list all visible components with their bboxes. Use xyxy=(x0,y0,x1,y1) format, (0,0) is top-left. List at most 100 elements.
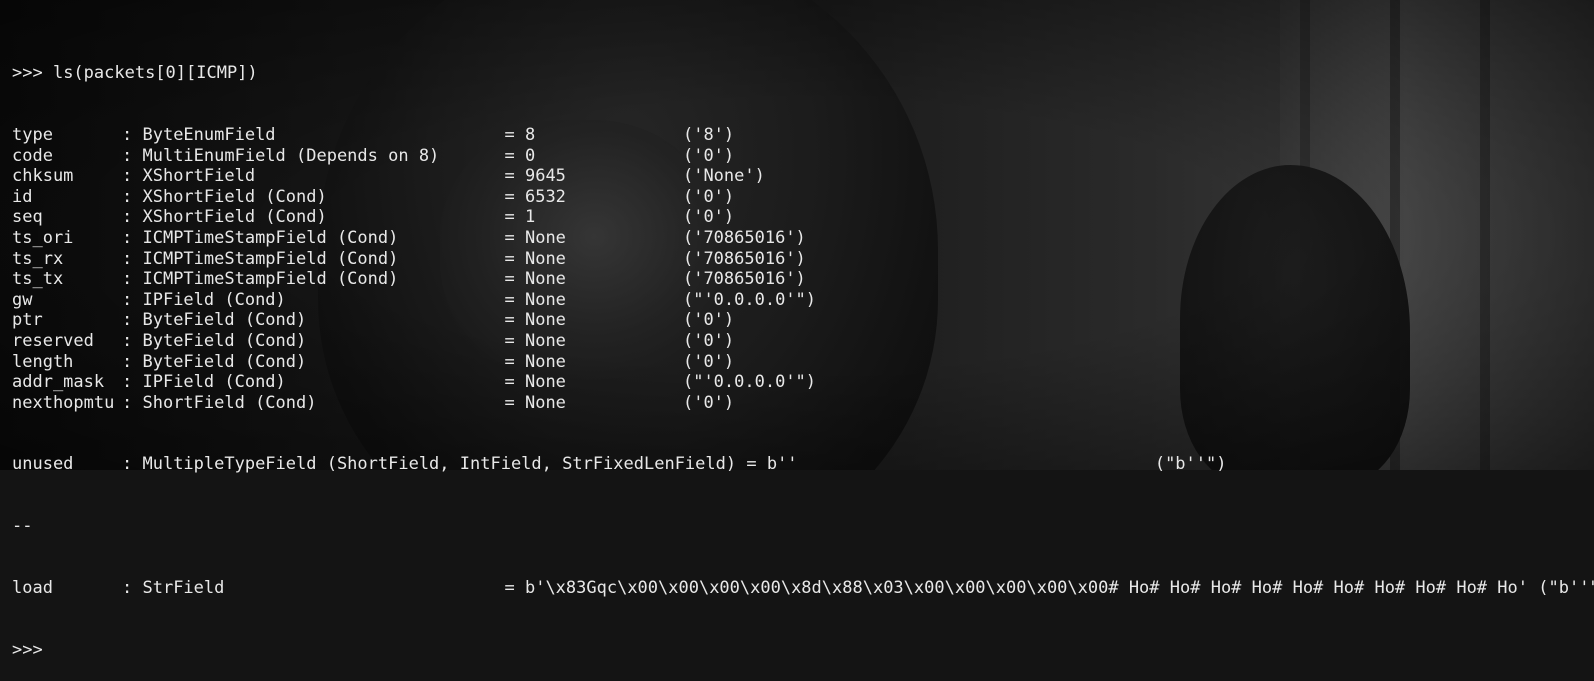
field-default: ('0') xyxy=(682,351,735,372)
load-field-line: load: StrField = b'\x83Gqc\x00\x00\x00\x0… xyxy=(12,578,1594,599)
field-type: StrField xyxy=(142,578,225,599)
field-default: ("'0.0.0.0'") xyxy=(682,372,817,393)
field-default: ('0') xyxy=(682,310,735,331)
field-value: None xyxy=(524,289,566,310)
field-equals: = xyxy=(504,124,525,145)
field-default: ("'0.0.0.0'") xyxy=(682,289,817,310)
field-line: length: ByteField (Cond) = None ('0') xyxy=(12,352,1594,373)
field-line: ts_ori: ICMPTimeStampField (Cond) = None (… xyxy=(12,228,1594,249)
field-equals: = xyxy=(504,392,525,413)
field-equals: = xyxy=(504,330,525,351)
field-name: reserved xyxy=(12,330,94,351)
field-value: None xyxy=(524,269,566,290)
field-value: None xyxy=(524,227,566,248)
field-name: ptr xyxy=(12,310,43,331)
field-line: code: MultiEnumField (Depends on 8) = 0 ('… xyxy=(12,146,1594,167)
field-colon: : xyxy=(122,578,143,599)
field-value: 6532 xyxy=(524,186,566,207)
field-equals: = xyxy=(504,186,525,207)
field-name: gw xyxy=(12,289,33,310)
field-type: ByteField (Cond) xyxy=(142,351,307,372)
field-default: ('70865016') xyxy=(682,269,806,290)
field-equals: = xyxy=(504,248,525,269)
field-colon: : xyxy=(122,248,143,269)
field-type: MultiEnumField (Depends on 8) xyxy=(142,145,440,166)
field-value: 1 xyxy=(524,207,536,228)
field-line: chksum: XShortField = 9645 ('None') xyxy=(12,166,1594,187)
field-value: None xyxy=(524,330,566,351)
field-default: ('0') xyxy=(682,392,735,413)
field-line: gw: IPField (Cond) = None ("'0.0.0.0'") xyxy=(12,290,1594,311)
field-type: XShortField (Cond) xyxy=(142,186,327,207)
field-default: ('70865016') xyxy=(682,248,806,269)
field-value: None xyxy=(524,248,566,269)
field-equals: = xyxy=(504,145,525,166)
field-type: XShortField xyxy=(142,166,256,187)
field-colon: : xyxy=(122,269,143,290)
field-colon: : xyxy=(122,351,143,372)
separator-line: -- xyxy=(12,516,33,537)
command-text: ls(packets[0][ICMP]) xyxy=(42,63,258,84)
field-type: ByteField (Cond) xyxy=(142,330,307,351)
field-name: code xyxy=(12,145,53,166)
field-name: ts_ori xyxy=(12,227,74,248)
field-name: type xyxy=(12,124,53,145)
field-value: None xyxy=(524,372,566,393)
field-colon: : xyxy=(122,145,143,166)
field-name: unused xyxy=(12,454,74,475)
field-line: ptr: ByteField (Cond) = None ('0') xyxy=(12,310,1594,331)
field-colon: : xyxy=(122,227,143,248)
field-default: ('0') xyxy=(682,186,735,207)
field-colon: : xyxy=(122,186,143,207)
field-value: b'' xyxy=(766,454,798,475)
field-value: 8 xyxy=(524,124,536,145)
field-default: ('8') xyxy=(682,124,735,145)
field-name: addr_mask xyxy=(12,372,105,393)
field-name: seq xyxy=(12,207,43,228)
field-line: seq: XShortField (Cond) = 1 ('0') xyxy=(12,207,1594,228)
field-type: ICMPTimeStampField (Cond) xyxy=(142,248,399,269)
field-equals: = xyxy=(504,372,525,393)
field-equals: = xyxy=(736,454,767,475)
field-value: None xyxy=(524,310,566,331)
field-type: IPField (Cond) xyxy=(142,372,286,393)
field-name: chksum xyxy=(12,166,74,187)
field-colon: : xyxy=(122,207,143,228)
field-equals: = xyxy=(504,578,525,599)
field-value: 9645 xyxy=(524,166,566,187)
unused-field-line: unused: MultipleTypeField (ShortField, I… xyxy=(12,454,1594,475)
field-line: addr_mask: IPField (Cond) = None ("'0.0.0.… xyxy=(12,372,1594,393)
field-name: ts_tx xyxy=(12,269,64,290)
field-type: ShortField (Cond) xyxy=(142,392,317,413)
field-colon: : xyxy=(122,166,143,187)
terminal-output[interactable]: >>> ls(packets[0][ICMP]) type: ByteEnumF… xyxy=(12,22,1594,681)
field-equals: = xyxy=(504,289,525,310)
field-line: type: ByteEnumField = 8 ('8') xyxy=(12,125,1594,146)
field-name: id xyxy=(12,186,33,207)
field-equals: = xyxy=(504,310,525,331)
field-name: load xyxy=(12,578,53,599)
field-equals: = xyxy=(504,207,525,228)
field-name: length xyxy=(12,351,74,372)
field-equals: = xyxy=(504,269,525,290)
field-colon: : xyxy=(122,124,143,145)
field-value: None xyxy=(524,392,566,413)
field-default: ('0') xyxy=(682,145,735,166)
field-default: ("b''") xyxy=(1154,454,1227,475)
field-type: MultipleTypeField (ShortField, IntField,… xyxy=(142,454,737,475)
field-default: ("b''") xyxy=(1538,578,1594,599)
field-default: ('0') xyxy=(682,207,735,228)
field-equals: = xyxy=(504,166,525,187)
field-type: XShortField (Cond) xyxy=(142,207,327,228)
field-type: IPField (Cond) xyxy=(142,289,286,310)
field-type: ByteField (Cond) xyxy=(142,310,307,331)
field-equals: = xyxy=(504,351,525,372)
final-prompt-line: >>> xyxy=(12,639,43,660)
field-colon: : xyxy=(122,310,143,331)
field-default: ('0') xyxy=(682,330,735,351)
field-type: ByteEnumField xyxy=(142,124,276,145)
field-equals: = xyxy=(504,227,525,248)
field-default xyxy=(1528,578,1538,599)
field-line: nexthopmtu: ShortField (Cond) = None ('0') xyxy=(12,393,1594,414)
prompt: >>> xyxy=(12,63,43,84)
